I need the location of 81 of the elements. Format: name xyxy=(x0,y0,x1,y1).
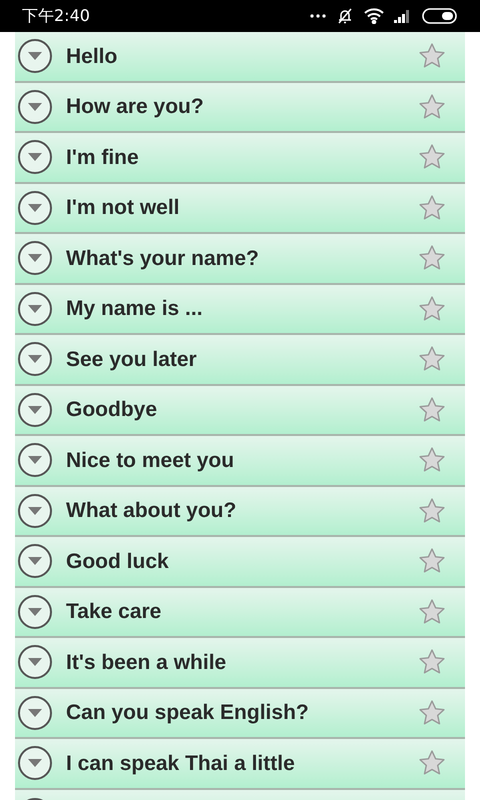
phrase-text: I'm not well xyxy=(66,195,181,221)
caret-down-icon xyxy=(27,51,43,62)
caret-down-icon xyxy=(27,253,43,264)
caret-down-icon xyxy=(27,202,43,213)
star-icon xyxy=(418,698,446,727)
star-icon xyxy=(418,749,446,778)
phrase-row[interactable]: See you later xyxy=(15,335,465,386)
caret-down-icon xyxy=(27,354,43,364)
phrase-text: Can you speak English? xyxy=(66,700,310,726)
phrase-row[interactable]: I can speak Thai a little xyxy=(15,739,465,790)
phrase-text: Nice to meet you xyxy=(66,448,236,474)
phrase-row[interactable]: Goodbye xyxy=(15,386,465,436)
expand-button[interactable] xyxy=(18,443,52,478)
phrase-row[interactable]: Good luck xyxy=(15,537,465,588)
caret-down-icon xyxy=(27,455,43,466)
phrase-row[interactable]: It's been a while xyxy=(15,638,465,688)
star-icon xyxy=(418,598,446,626)
expand-button[interactable] xyxy=(18,392,52,427)
phrase-row[interactable]: I'm fine xyxy=(15,133,465,184)
caret-down-icon xyxy=(27,556,43,566)
muted-bell-icon xyxy=(336,7,354,25)
phrase-row[interactable]: My name is ... xyxy=(15,284,465,335)
expand-button[interactable] xyxy=(18,594,52,629)
signal-icon xyxy=(394,9,412,23)
phrase-row[interactable]: Can you speak English? xyxy=(15,688,465,739)
phrase-row[interactable]: I'm not well xyxy=(15,184,465,234)
star-icon xyxy=(418,547,446,576)
expand-button[interactable] xyxy=(18,342,52,376)
expand-button[interactable] xyxy=(18,696,52,730)
caret-down-icon xyxy=(27,708,43,718)
star-icon xyxy=(418,446,446,474)
phrase-text: My name is ... xyxy=(66,296,204,322)
star-icon xyxy=(418,92,446,121)
expand-button[interactable] xyxy=(18,292,52,326)
expand-button[interactable] xyxy=(18,645,52,680)
phrase-text: See you later xyxy=(66,346,198,372)
star-icon xyxy=(418,143,446,172)
star-icon xyxy=(418,244,446,272)
caret-down-icon xyxy=(27,606,43,617)
caret-down-icon xyxy=(27,304,43,314)
wifi-icon xyxy=(364,8,384,24)
caret-down-icon xyxy=(27,404,43,415)
phrase-text: Take care xyxy=(66,599,162,625)
star-icon xyxy=(418,42,446,70)
phrase-text: Hello xyxy=(66,44,118,70)
star-icon xyxy=(418,648,446,676)
star-icon xyxy=(418,496,446,525)
phrase-text: What about you? xyxy=(66,498,238,524)
phrase-row[interactable]: Take care xyxy=(15,588,465,638)
phrase-text: Good luck xyxy=(66,548,170,574)
expand-button[interactable] xyxy=(18,39,52,74)
expand-button[interactable] xyxy=(18,90,52,124)
phrase-text: I can speak Thai a little xyxy=(66,750,296,776)
expand-button[interactable] xyxy=(18,190,52,225)
caret-down-icon xyxy=(27,102,43,112)
phrase-row[interactable]: What's your name? xyxy=(15,234,465,284)
phrase-row[interactable]: How are you? xyxy=(15,82,465,133)
expand-button[interactable] xyxy=(18,241,52,276)
status-time: 下午2:40 xyxy=(22,5,90,27)
caret-down-icon xyxy=(27,758,43,768)
expand-button[interactable] xyxy=(18,746,52,780)
more-dots-icon xyxy=(310,14,326,18)
expand-button[interactable] xyxy=(18,544,52,578)
phrase-text: I'm fine xyxy=(66,144,140,170)
caret-down-icon xyxy=(27,657,43,668)
phrase-row[interactable]: What about you? xyxy=(15,486,465,537)
caret-down-icon xyxy=(27,506,43,516)
battery-icon xyxy=(422,8,458,24)
expand-button[interactable] xyxy=(18,140,52,174)
phrase-row[interactable]: Nice to meet you xyxy=(15,436,465,486)
phrase-text: Goodbye xyxy=(66,397,158,423)
phrase-text: What's your name? xyxy=(66,246,260,272)
phrase-text: How are you? xyxy=(66,94,205,120)
star-icon xyxy=(418,194,446,222)
caret-down-icon xyxy=(27,152,43,162)
star-icon xyxy=(418,294,446,323)
phrase-text: It's been a while xyxy=(66,650,228,676)
star-icon xyxy=(418,345,446,374)
expand-button[interactable] xyxy=(18,494,52,528)
star-icon xyxy=(418,396,446,424)
phrase-row[interactable]: Hello xyxy=(15,32,465,82)
